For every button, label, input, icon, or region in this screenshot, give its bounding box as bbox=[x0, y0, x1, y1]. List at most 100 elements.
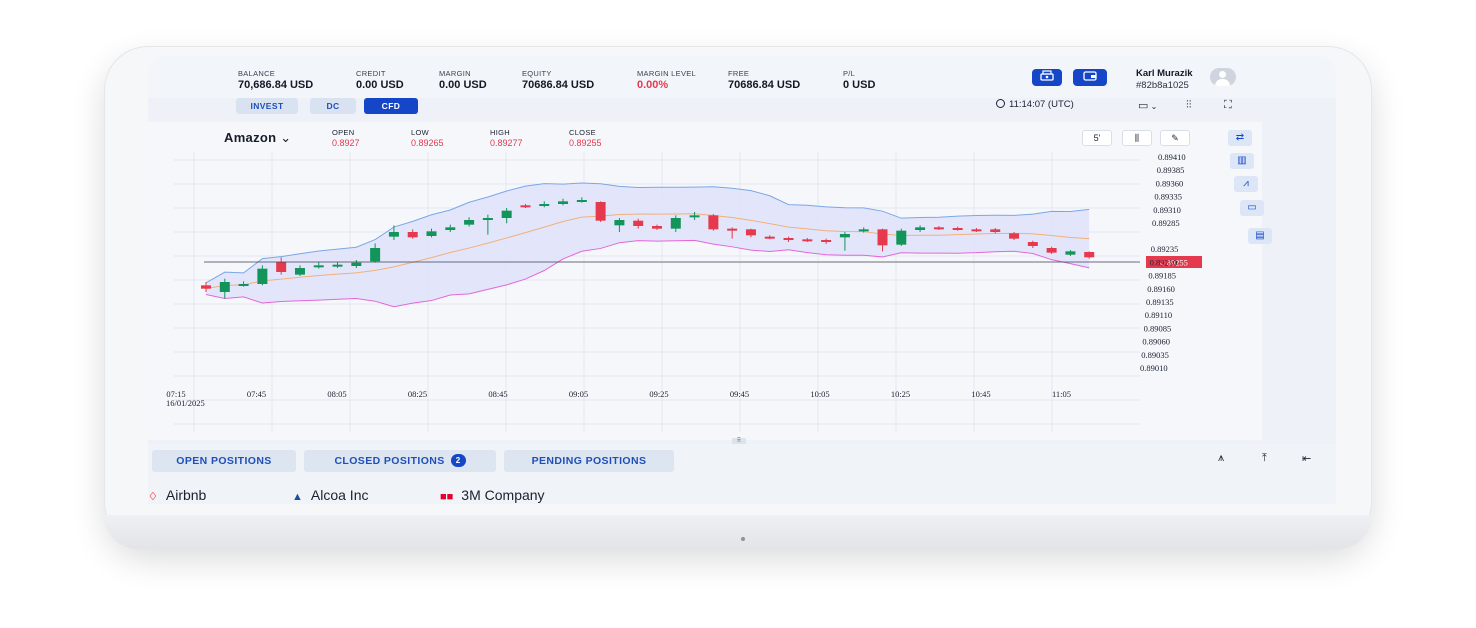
ohlc-label: LOW bbox=[411, 128, 429, 137]
y-tick-label: 0.89085 bbox=[1144, 323, 1172, 333]
x-tick-label: 10:45 bbox=[971, 389, 990, 399]
candle-type-icon[interactable]: ⫼ bbox=[1122, 130, 1152, 146]
y-tick-label: 0.89235 bbox=[1151, 244, 1179, 254]
tab-label: OPEN POSITIONS bbox=[176, 455, 272, 467]
list-item[interactable]: ▲ Alcoa Inc bbox=[292, 487, 368, 503]
chart-settings-icon[interactable]: ⫶⫶ bbox=[1186, 99, 1192, 112]
x-tick-label: 08:45 bbox=[488, 389, 507, 399]
chat-icon[interactable]: ▭ bbox=[1240, 200, 1264, 216]
chart-panel: 0.89255 0.89410 0.89385 0.89360 0.89335 0.893… bbox=[148, 122, 1204, 496]
x-tick-label: 09:45 bbox=[730, 389, 749, 399]
tab-cfd[interactable]: CFD bbox=[364, 98, 418, 114]
asset-list: ♢ Airbnb ▲ Alcoa Inc ■■ 3M Company bbox=[148, 487, 1336, 504]
tab-pending-positions[interactable]: PENDING POSITIONS bbox=[504, 450, 674, 472]
asset-name: Airbnb bbox=[165, 487, 207, 503]
candle-body bbox=[482, 218, 493, 220]
timeframe-button[interactable]: 5' bbox=[1082, 130, 1112, 146]
alcoa-logo-icon: ▲ bbox=[292, 491, 303, 503]
stat-value: 0 USD bbox=[843, 79, 876, 91]
draw-tool-icon[interactable]: ✎ bbox=[1160, 130, 1190, 146]
app-screen: BALANCE 70,686.84 USD CREDIT 0.00 USD MA… bbox=[148, 56, 1336, 504]
home-indicator bbox=[741, 537, 745, 541]
chevron-down-icon: ⌄ bbox=[280, 130, 292, 145]
candle-body bbox=[933, 227, 944, 230]
collapse-icon[interactable]: ⩚ bbox=[1218, 452, 1224, 465]
tab-closed-positions[interactable]: CLOSED POSITIONS 2 bbox=[304, 450, 496, 472]
candle-body bbox=[839, 234, 850, 238]
tablet-edge bbox=[104, 515, 1372, 549]
candle-body bbox=[1027, 242, 1038, 246]
candle-body bbox=[332, 264, 343, 267]
ohlc-value: 0.89277 bbox=[490, 138, 523, 148]
stat-value: 0.00% bbox=[637, 79, 669, 91]
candle-body bbox=[388, 232, 399, 237]
candle-body bbox=[219, 282, 230, 292]
x-tick-label: 10:05 bbox=[810, 389, 829, 399]
mode-bar: INVEST DC CFD 11:14:07 (UTC) ▭ ⌄ ⫶⫶ ⛶ bbox=[148, 98, 1336, 122]
indicators-icon[interactable]: ▥ bbox=[1230, 153, 1254, 169]
y-tick-label: 0.89185 bbox=[1148, 271, 1176, 281]
y-tick-label: 0.89285 bbox=[1152, 218, 1180, 228]
candle-body bbox=[313, 265, 324, 268]
ohlc-label: CLOSE bbox=[569, 128, 596, 137]
window-icon: ▭ bbox=[1138, 100, 1149, 112]
candle-body bbox=[633, 220, 644, 226]
candle-body bbox=[539, 204, 550, 206]
candle-body bbox=[407, 232, 418, 238]
candle-body bbox=[877, 229, 888, 246]
ohlc-value: 0.89255 bbox=[569, 138, 602, 148]
stat-value: 70686.84 USD bbox=[728, 79, 801, 91]
stat-label: BALANCE bbox=[238, 69, 276, 78]
candle-body bbox=[783, 238, 794, 240]
trend-line-icon[interactable]: ⩘ bbox=[1234, 176, 1258, 192]
compare-icon[interactable]: ⇄ bbox=[1228, 130, 1252, 146]
stat-credit: CREDIT 0.00 USD bbox=[356, 69, 404, 91]
layout-dropdown[interactable]: ▭ ⌄ bbox=[1138, 99, 1157, 112]
candle-body bbox=[238, 284, 249, 286]
avatar[interactable] bbox=[1210, 68, 1236, 86]
cash-register-icon bbox=[1040, 70, 1054, 81]
list-item[interactable]: ■■ 3M Company bbox=[440, 487, 545, 503]
candle-body bbox=[896, 230, 907, 245]
calendar-icon[interactable]: ▤ bbox=[1248, 228, 1272, 244]
cash-register-button[interactable] bbox=[1032, 69, 1062, 86]
account-bar: BALANCE 70,686.84 USD CREDIT 0.00 USD MA… bbox=[148, 56, 1336, 98]
ohlc-value: 0.89265 bbox=[411, 138, 444, 148]
collapse-left-icon[interactable]: ⇤ bbox=[1302, 452, 1311, 465]
tab-invest[interactable]: INVEST bbox=[236, 98, 298, 114]
symbol-selector[interactable]: Amazon ⌄ bbox=[224, 130, 291, 146]
ohlc-label: HIGH bbox=[490, 128, 510, 137]
y-tick-label: 0.89110 bbox=[1145, 310, 1172, 320]
list-item[interactable]: ♢ Airbnb bbox=[148, 487, 206, 503]
expand-up-icon[interactable]: ⤒ bbox=[1262, 452, 1267, 465]
y-tick-label: 0.89035 bbox=[1141, 350, 1169, 360]
candle-body bbox=[745, 229, 756, 236]
stat-value: 70686.84 USD bbox=[522, 79, 595, 91]
y-tick-label: 0.89335 bbox=[1154, 192, 1182, 202]
bollinger-band-fill bbox=[206, 183, 1090, 307]
ohlc-open: OPEN 0.8927 bbox=[332, 128, 360, 148]
price-chart[interactable]: 0.89255 0.89410 0.89385 0.89360 0.89335 0.893… bbox=[148, 122, 1204, 440]
y-tick-label: 0.89410 bbox=[1158, 152, 1186, 162]
candle-body bbox=[595, 202, 606, 221]
candle-body bbox=[257, 268, 268, 284]
candle-body bbox=[915, 227, 926, 230]
tab-dc[interactable]: DC bbox=[310, 98, 356, 114]
chart-toolbar: ⇄ ▥ ⩘ ▭ ▤ bbox=[1204, 122, 1272, 440]
candle-body bbox=[445, 227, 456, 230]
candle-body bbox=[689, 215, 700, 218]
symbol-name: Amazon bbox=[224, 130, 277, 145]
wallet-button[interactable] bbox=[1073, 69, 1107, 86]
stat-equity: EQUITY 70686.84 USD bbox=[522, 69, 594, 91]
candle-body bbox=[614, 220, 625, 226]
stat-free: FREE 70686.84 USD bbox=[728, 69, 800, 91]
candle-body bbox=[1065, 251, 1076, 255]
user-info[interactable]: Karl Murazik #82b8a1025 bbox=[1136, 68, 1193, 91]
y-tick-label: 0.89360 bbox=[1156, 178, 1184, 188]
tab-open-positions[interactable]: OPEN POSITIONS bbox=[152, 450, 296, 472]
stat-label: FREE bbox=[728, 69, 750, 78]
stat-margin-level: MARGIN LEVEL 0.00% bbox=[637, 69, 696, 91]
asset-name: 3M Company bbox=[461, 487, 545, 503]
fullscreen-icon[interactable]: ⛶ bbox=[1224, 99, 1232, 112]
candle-body bbox=[426, 231, 437, 236]
